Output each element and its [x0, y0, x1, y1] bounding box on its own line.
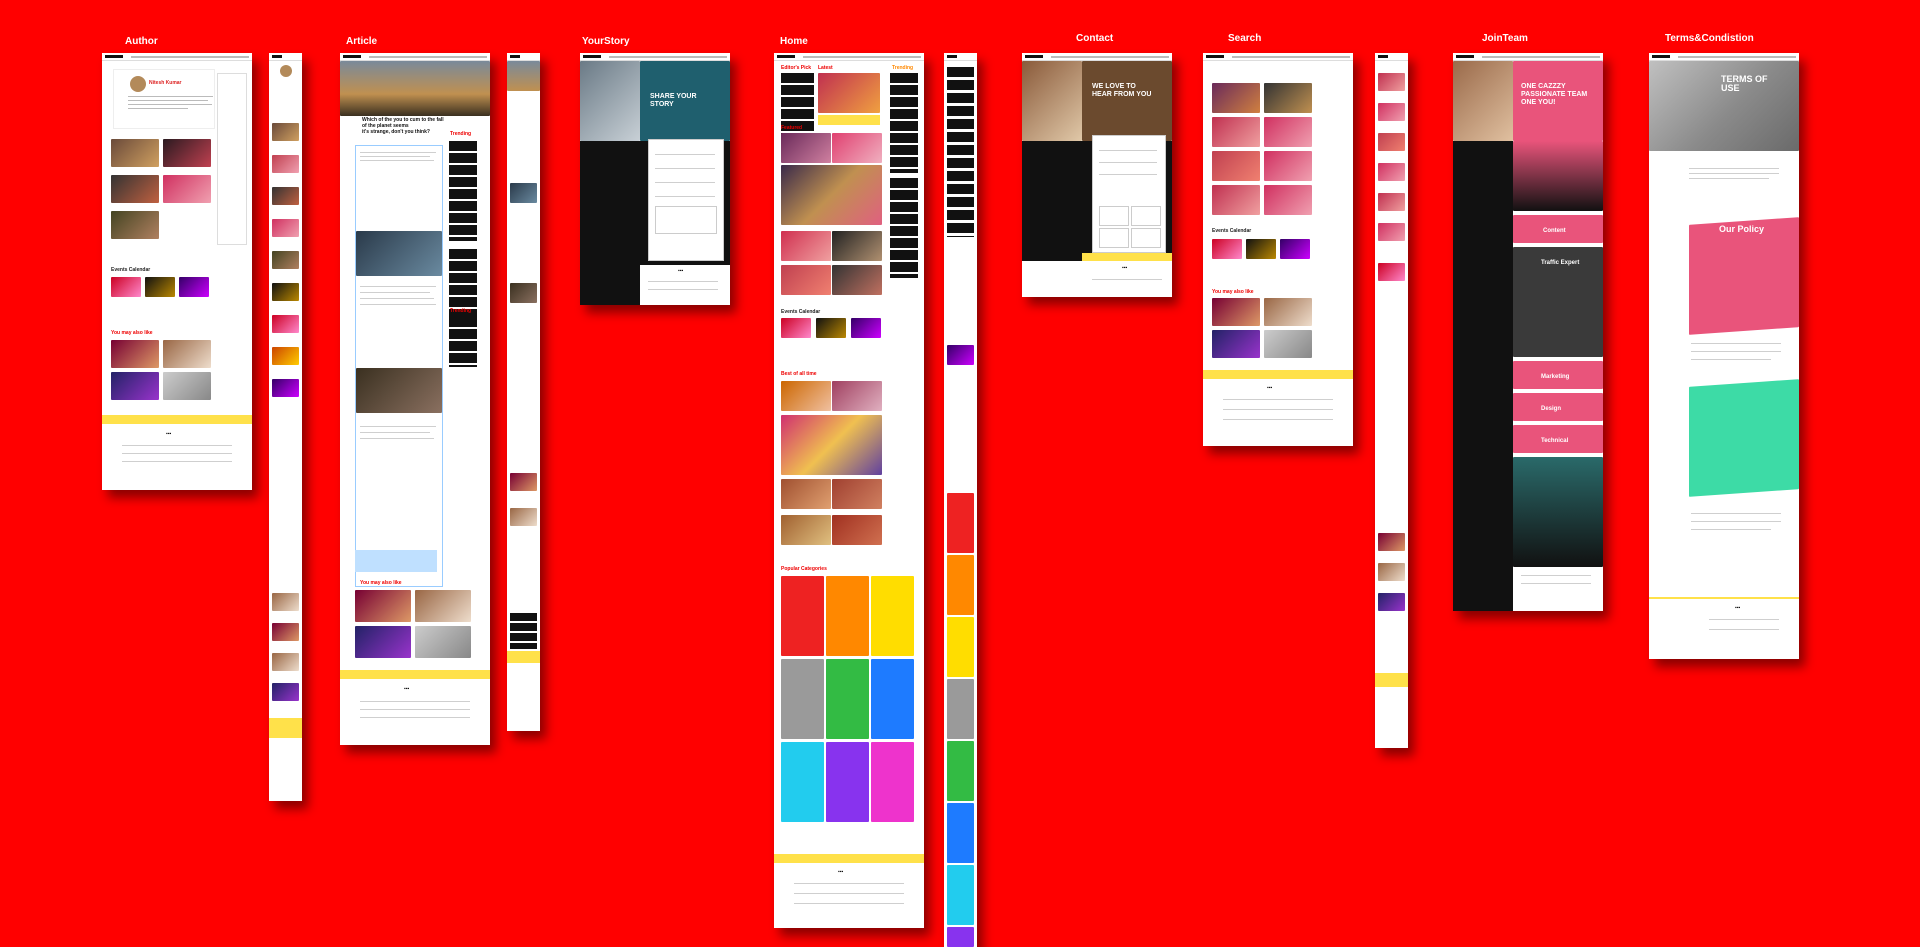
terms-policy-heading: Our Policy: [1719, 224, 1765, 234]
article-mobile-board[interactable]: [507, 53, 540, 731]
article-like-thumb[interactable]: [415, 590, 471, 622]
article-also-like-heading: You may also like: [360, 580, 402, 586]
home-mobile-board[interactable]: [944, 53, 977, 947]
author-avatar: [130, 76, 146, 92]
author-thumb[interactable]: [163, 139, 211, 167]
author-board-label: Author: [125, 36, 158, 47]
author-like-thumb[interactable]: [111, 340, 159, 368]
article-body: [355, 145, 443, 587]
contact-board-label: Contact: [1076, 33, 1114, 44]
article-title-3: it's strange, don't you think?: [362, 129, 430, 135]
author-footer-logo: ▪▪▪: [166, 431, 172, 437]
article-author-box: [355, 550, 437, 572]
yourstory-board-label: YourStory: [582, 36, 630, 47]
author-thumb[interactable]: [163, 175, 211, 203]
home-featured-heading: Featured: [781, 125, 803, 131]
search-events-heading: Events Calendar: [1212, 228, 1252, 234]
jointeam-content[interactable]: Content: [1543, 227, 1566, 235]
jointeam-marketing[interactable]: Marketing: [1541, 373, 1569, 381]
author-like-thumb[interactable]: [163, 340, 211, 368]
article-hero-image: [340, 61, 490, 116]
search-board-label: Search: [1228, 33, 1262, 44]
home-category-card[interactable]: [871, 576, 914, 656]
article-trending-heading: Trending: [450, 131, 472, 137]
jointeam-hero-title: ONE CAZZZY PASSIONATE TEAM ONE YOU!: [1521, 83, 1588, 106]
article-trending-list[interactable]: [449, 141, 477, 241]
home-board-label: Home: [780, 36, 808, 47]
author-event-thumb[interactable]: [111, 277, 141, 297]
contact-form[interactable]: [1092, 135, 1166, 253]
home-latest-heading: Latest: [818, 65, 833, 71]
home-category-card[interactable]: [781, 742, 824, 822]
jointeam-board-label: JoinTeam: [1482, 33, 1528, 44]
author-thumb[interactable]: [111, 175, 159, 203]
article-like-thumb[interactable]: [415, 626, 471, 658]
yourstory-hero-image: [580, 61, 640, 141]
article-board[interactable]: Which of the you to cum to the fall of t…: [340, 53, 490, 745]
home-events-heading: Events Calendar: [781, 309, 821, 315]
home-categories-heading: Popular Categories: [781, 566, 827, 572]
terms-board[interactable]: TERMS OF USE Our Policy ▪▪▪: [1649, 53, 1799, 659]
search-mobile-board[interactable]: [1375, 53, 1408, 748]
author-profile-card: Nitesh Kumar: [113, 69, 215, 129]
search-also-like-heading: You may also like: [1212, 289, 1254, 295]
home-board[interactable]: Editor's Pick Latest Trending Featured E…: [774, 53, 924, 928]
contact-board[interactable]: WE LOVE TO HEAR FROM YOU ▪▪▪: [1022, 53, 1172, 297]
author-topbar: [102, 53, 252, 61]
author-event-thumb[interactable]: [145, 277, 175, 297]
author-thumb[interactable]: [111, 139, 159, 167]
home-category-card[interactable]: [871, 659, 914, 739]
search-board[interactable]: Events Calendar You may also like ▪▪▪: [1203, 53, 1353, 446]
contact-hero-title: WE LOVE TO HEAR FROM YOU: [1092, 83, 1152, 98]
yourstory-footer: ▪▪▪: [640, 265, 730, 305]
home-category-card[interactable]: [826, 659, 869, 739]
author-board[interactable]: Nitesh Kumar Events Calendar You may als…: [102, 53, 252, 490]
jointeam-traffic-expert[interactable]: Traffic Expert: [1541, 259, 1579, 267]
article-body-image: [356, 231, 442, 276]
author-side-box: [217, 73, 247, 245]
terms-board-label: Terms&Condistion: [1665, 33, 1754, 44]
yourstory-board[interactable]: SHARE YOUR STORY ▪▪▪: [580, 53, 730, 305]
author-mobile-board[interactable]: [269, 53, 302, 801]
home-editors-pick-heading: Editor's Pick: [781, 65, 812, 71]
home-category-card[interactable]: [781, 659, 824, 739]
terms-hero-title: TERMS OF USE: [1721, 74, 1768, 93]
article-board-label: Article: [346, 36, 378, 47]
article-body-image: [356, 368, 442, 413]
article-trending-heading-2: Trending: [450, 308, 472, 314]
author-like-thumb[interactable]: [111, 372, 159, 400]
author-event-thumb[interactable]: [179, 277, 209, 297]
author-events-heading: Events Calendar: [111, 267, 151, 273]
home-trending-heading: Trending: [892, 65, 914, 71]
author-also-like-heading: You may also like: [111, 330, 153, 336]
jointeam-design[interactable]: Design: [1541, 405, 1561, 413]
home-featured-large[interactable]: [781, 165, 882, 225]
home-category-card[interactable]: [781, 576, 824, 656]
article-trending-list[interactable]: [449, 317, 477, 367]
contact-hero-panel: [1082, 61, 1172, 141]
jointeam-technical[interactable]: Technical: [1541, 437, 1568, 445]
article-like-thumb[interactable]: [355, 590, 411, 622]
author-newsletter-bar: [102, 415, 252, 424]
home-category-card[interactable]: [826, 742, 869, 822]
home-trending-list[interactable]: [890, 73, 918, 173]
author-thumb[interactable]: [111, 211, 159, 239]
author-like-thumb[interactable]: [163, 372, 211, 400]
yourstory-form[interactable]: [648, 139, 724, 261]
jointeam-board[interactable]: ONE CAZZZY PASSIONATE TEAM ONE YOU! Cont…: [1453, 53, 1603, 611]
home-latest-image[interactable]: [818, 73, 880, 113]
home-best-heading: Best of all time: [781, 371, 817, 377]
home-category-card[interactable]: [826, 576, 869, 656]
yourstory-hero-title: SHARE YOUR STORY: [650, 93, 697, 108]
author-name: Nitesh Kumar: [149, 80, 182, 86]
home-category-card[interactable]: [871, 742, 914, 822]
article-like-thumb[interactable]: [355, 626, 411, 658]
